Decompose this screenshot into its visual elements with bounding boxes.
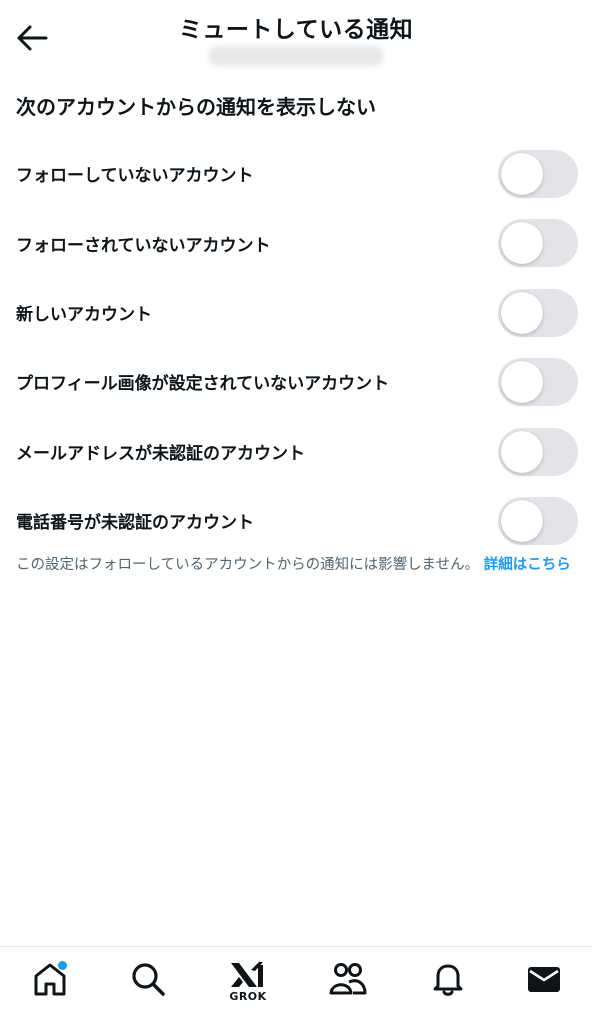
option-row-unconfirmed-phone: 電話番号が未認証のアカウント [0, 486, 592, 555]
search-icon [130, 961, 166, 997]
option-label: メールアドレスが未認証のアカウント [16, 443, 305, 464]
muted-notifications-screen: ミュートしている通知 次のアカウントからの通知を表示しない フォローしていないア… [0, 0, 592, 1024]
not-followed-by-toggle[interactable] [498, 219, 578, 268]
option-label: フォローされていないアカウント [16, 235, 271, 256]
option-label: 新しいアカウント [16, 304, 152, 325]
page-title: ミュートしている通知 [178, 17, 414, 43]
home-notification-dot [58, 961, 67, 970]
option-label: フォローしていないアカウント [16, 166, 254, 187]
default-profile-image-toggle[interactable] [498, 358, 578, 407]
unconfirmed-email-toggle[interactable] [498, 427, 578, 476]
option-row-default-profile-image: プロフィール画像が設定されていないアカウント [0, 347, 592, 416]
options-list: フォローしていないアカウント フォローされていないアカウント 新しいアカウント … [0, 139, 592, 555]
grok-label: GROK [229, 990, 267, 1003]
option-row-not-following: フォローしていないアカウント [0, 139, 592, 208]
settings-note: この設定はフォローしているアカウントからの通知には影響しません。 詳細はこちら [16, 554, 578, 577]
option-row-unconfirmed-email: メールアドレスが未認証のアカウント [0, 417, 592, 486]
nav-home[interactable] [20, 961, 80, 1017]
account-handle-redacted [208, 46, 384, 66]
option-row-new-accounts: 新しいアカウント [0, 278, 592, 347]
note-text: この設定はフォローしているアカウントからの通知には影響しません。 [16, 557, 480, 573]
nav-grok[interactable]: GROK [218, 961, 278, 1017]
header: ミュートしている通知 [0, 0, 592, 78]
unconfirmed-phone-toggle[interactable] [498, 496, 578, 545]
grok-icon [229, 961, 267, 989]
toggle-knob [501, 153, 543, 195]
toggle-knob [501, 222, 543, 265]
nav-communities[interactable] [318, 961, 378, 1017]
toggle-knob [501, 430, 543, 473]
not-following-toggle[interactable] [498, 150, 578, 198]
learn-more-link[interactable]: 詳細はこちら [484, 557, 571, 573]
toggle-knob [501, 361, 543, 404]
option-row-not-followed-by: フォローされていないアカウント [0, 208, 592, 277]
nav-messages[interactable] [514, 961, 574, 1017]
toggle-knob [501, 499, 543, 542]
communities-icon [328, 961, 368, 997]
bottom-nav: GROK [0, 946, 592, 1024]
new-accounts-toggle[interactable] [498, 288, 578, 337]
bell-icon [430, 961, 466, 997]
nav-search[interactable] [118, 961, 178, 1017]
nav-notifications[interactable] [418, 961, 478, 1017]
option-label: 電話番号が未認証のアカウント [16, 513, 254, 534]
option-label: プロフィール画像が設定されていないアカウント [16, 374, 390, 395]
envelope-icon [526, 961, 562, 997]
toggle-knob [501, 291, 543, 334]
section-heading: 次のアカウントからの通知を表示しない [16, 95, 376, 119]
